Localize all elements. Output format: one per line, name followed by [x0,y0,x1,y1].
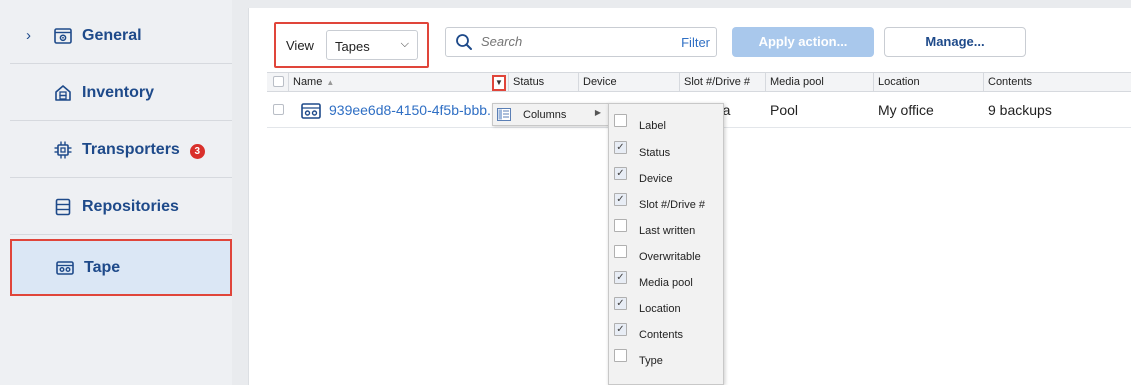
column-header-contents[interactable]: Contents [984,73,1131,92]
column-option-last-written[interactable]: Last written [609,217,725,243]
row-checkbox-cell [267,92,289,128]
column-header-label: Name [293,76,323,88]
settings-box-icon [53,26,73,46]
columns-context-menu: Columns ▶ [492,103,610,126]
view-select-value: Tapes [335,39,370,54]
column-header-location[interactable]: Location [874,73,984,92]
column-header-name[interactable]: Name ▲ [289,73,509,92]
sidebar-item-label: Tape [84,258,121,276]
search-box[interactable]: Filter [445,27,717,57]
column-header-label: Location [878,76,920,88]
sidebar-item-label: Transporters 3 [82,141,205,159]
column-option-device[interactable]: ✓ Device [609,165,725,191]
sidebar-item-inventory[interactable]: Inventory [10,65,232,121]
column-option-label[interactable]: Label [609,112,725,138]
sidebar-item-transporters[interactable]: Transporters 3 [10,122,232,178]
column-header-status[interactable]: Status [509,73,579,92]
view-select[interactable]: Tapes ⌵ [326,30,418,60]
search-icon [455,33,473,51]
table-header: Name ▲ Status Device Slot #/Drive # Media… [267,72,1131,92]
sidebar: › General Inventory Transporters 3 Reposi… [0,0,232,385]
media-pool-cell: Pool [770,102,799,118]
column-option-location[interactable]: ✓ Location [609,295,725,321]
checkbox-checked-icon[interactable]: ✓ [614,141,627,154]
column-option-contents[interactable]: ✓ Contents [609,321,725,347]
tape-name-cell: 939ee6d8-4150-4f5b-bbb... [297,92,509,128]
column-option-status[interactable]: ✓ Status [609,139,725,165]
column-header-device[interactable]: Device [579,73,680,92]
inventory-icon [53,83,73,103]
checkbox-checked-icon[interactable]: ✓ [614,323,627,336]
columns-icon [497,108,511,121]
column-option-text: Type [639,355,663,367]
checkbox-unchecked-icon[interactable] [614,245,627,258]
column-option-media-pool[interactable]: ✓ Media pool [609,269,725,295]
view-selector-highlight: View Tapes ⌵ [274,22,429,68]
sidebar-item-repositories[interactable]: Repositories [10,179,232,235]
column-option-text: Overwritable [639,251,701,263]
column-header-media-pool[interactable]: Media pool [766,73,874,92]
checkbox-checked-icon[interactable]: ✓ [614,193,627,206]
column-option-text: Status [639,147,671,159]
submenu-arrow-icon: ▶ [594,108,601,117]
contents-cell: 9 backups [988,102,1052,118]
column-option-overwritable[interactable]: Overwritable [609,243,725,269]
chevron-down-icon: ⌵ [400,38,409,50]
column-header-label: Status [513,76,545,88]
checkbox-checked-icon[interactable]: ✓ [614,297,627,310]
column-option-text: Label [639,120,666,132]
chevron-right-icon[interactable]: › [26,27,31,44]
sidebar-item-label: Repositories [82,197,179,215]
chip-icon [53,140,73,160]
column-option-text: Media pool [639,277,693,289]
checkbox-checked-icon[interactable]: ✓ [614,167,627,180]
manage-button[interactable]: Manage... [884,27,1026,57]
location-cell: My office [878,102,934,118]
repository-icon [53,197,73,217]
tape-icon [301,103,321,120]
checkbox-unchecked-icon[interactable] [614,349,627,362]
sidebar-item-label: Inventory [82,83,155,101]
sidebar-item-general[interactable]: › General [10,8,232,64]
select-all-cell [267,73,289,92]
sidebar-item-tape[interactable]: Tape [10,239,232,296]
columns-submenu: Label ✓ Status ✓ Device ✓ Slot #/Drive # La… [608,103,724,385]
column-option-type[interactable]: Type [609,347,725,373]
column-option-text: Device [639,173,673,185]
column-header-label: Device [583,76,617,88]
tape-name-link[interactable]: 939ee6d8-4150-4f5b-bbb... [329,102,499,118]
select-all-checkbox[interactable] [273,76,284,87]
sort-ascending-icon: ▲ [326,78,335,87]
column-option-text: Contents [639,329,684,341]
apply-action-button[interactable]: Apply action... [732,27,874,57]
filter-link[interactable]: Filter [681,35,710,50]
row-checkbox[interactable] [273,104,284,115]
view-label: View [286,38,314,53]
column-option-text: Slot #/Drive # [639,199,706,211]
column-header-label: Media pool [770,76,824,88]
sidebar-item-label: General [82,26,142,44]
tape-icon [55,258,75,278]
column-option-slot[interactable]: ✓ Slot #/Drive # [609,191,725,217]
checkbox-unchecked-icon[interactable] [614,219,627,232]
column-option-text: Last written [639,225,696,237]
column-menu-dropdown-button[interactable]: ▼ [492,75,506,91]
checkbox-unchecked-icon[interactable] [614,114,627,127]
columns-menu-item[interactable]: Columns [523,109,566,121]
column-header-slot[interactable]: Slot #/Drive # [680,73,766,92]
search-input[interactable] [481,34,631,49]
column-header-label: Contents [988,76,1033,88]
column-option-text: Location [639,303,681,315]
main-panel: View Tapes ⌵ Filter Apply action... Mana… [248,8,1131,385]
column-header-label: Slot #/Drive # [684,76,751,88]
checkbox-checked-icon[interactable]: ✓ [614,271,627,284]
notification-badge: 3 [189,143,205,159]
